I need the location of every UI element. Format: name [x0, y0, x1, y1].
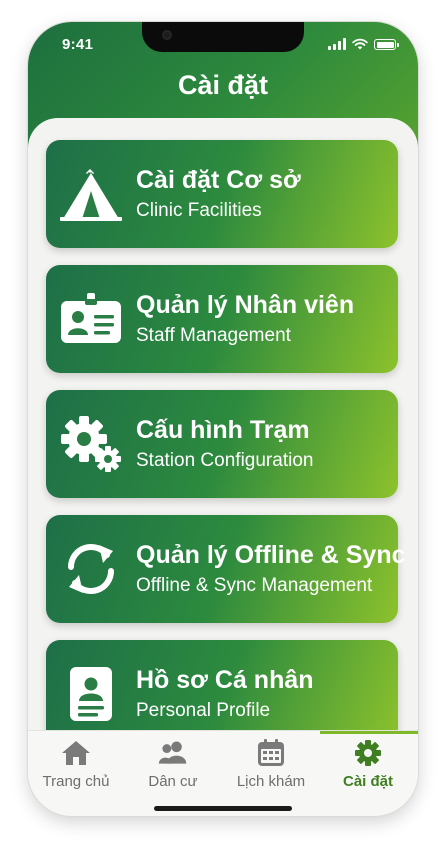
menu-card-offline-sync[interactable]: Quản lý Offline & Sync Offline & Sync Ma…: [46, 515, 406, 623]
menu-card-station-configuration[interactable]: Cấu hình Trạm Station Configuration: [46, 390, 398, 498]
card-title: Cài đặt Cơ sở: [136, 166, 301, 194]
card-subtitle: Offline & Sync Management: [136, 575, 373, 596]
nav-label: Cài đặt: [342, 773, 393, 790]
nav-item-settings[interactable]: Cài đặt: [320, 731, 416, 801]
card-title: Quản lý Offline & Sync: [136, 541, 406, 569]
phone-frame: 9:41 Cài đặt Cài đặt Cơ sở Clinic Facili…: [28, 22, 418, 816]
camera-icon: [162, 30, 172, 40]
card-subtitle: Staff Management: [136, 325, 291, 346]
card-subtitle: Personal Profile: [136, 700, 271, 721]
users-icon: [158, 741, 187, 764]
tent-icon: [46, 140, 136, 248]
wifi-icon: [352, 38, 368, 50]
page-title: Cài đặt: [177, 70, 269, 100]
home-indicator: [154, 806, 292, 811]
notch: [142, 22, 304, 52]
nav-label: Dân cư: [148, 773, 198, 790]
nav-item-residents[interactable]: Dân cư: [125, 731, 221, 801]
home-icon: [62, 741, 90, 765]
bottom-nav: Trang chủ Dân cư Lịch khám Cài đặt: [28, 730, 418, 816]
gears-icon: [46, 390, 136, 498]
settings-content: Cài đặt Cơ sở Clinic Facilities Quản lý: [28, 118, 418, 738]
calendar-icon: [258, 739, 284, 766]
id-card-icon: [46, 265, 136, 373]
profile-icon: [46, 640, 136, 738]
nav-item-schedule[interactable]: Lịch khám: [223, 731, 319, 801]
sync-icon: [46, 515, 136, 623]
menu-card-staff-management[interactable]: Quản lý Nhân viên Staff Management: [46, 265, 398, 373]
signal-icon: [328, 38, 346, 50]
status-time: 9:41: [62, 36, 94, 53]
gear-icon: [355, 740, 381, 766]
nav-item-home[interactable]: Trang chủ: [28, 731, 124, 801]
card-title: Quản lý Nhân viên: [136, 291, 355, 319]
battery-icon: [374, 39, 399, 50]
nav-label: Trang chủ: [42, 773, 110, 790]
card-subtitle: Clinic Facilities: [136, 200, 262, 221]
menu-card-clinic-facilities[interactable]: Cài đặt Cơ sở Clinic Facilities: [46, 140, 398, 248]
nav-label: Lịch khám: [236, 773, 306, 790]
status-icons: [328, 36, 399, 50]
card-title: Cấu hình Trạm: [136, 416, 310, 444]
card-title: Hồ sơ Cá nhân: [136, 666, 314, 694]
card-subtitle: Station Configuration: [136, 450, 314, 471]
menu-card-personal-profile[interactable]: Hồ sơ Cá nhân Personal Profile: [46, 640, 398, 738]
